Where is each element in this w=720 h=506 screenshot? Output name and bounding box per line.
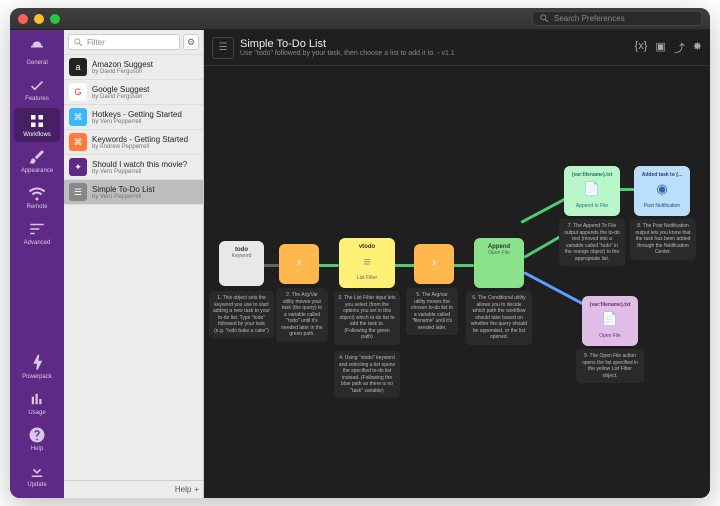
node-open-file[interactable]: {var:filename}.txt📄Open File [582,296,638,346]
workflow-icon [28,112,46,130]
workflow-row[interactable]: ✦ Should I watch this movie? by Vero Pep… [64,155,203,180]
node-append-file[interactable]: {var:filename}.txt📄Append to File [564,166,620,216]
sidebar-item-usage[interactable]: Usage [14,386,60,420]
workflow-author: by Andrew Pepperrell [92,144,188,150]
workflow-icon: G [69,83,87,101]
workflow-icon: ☰ [69,183,87,201]
workflow-list-panel: Filter ⚙ a Amazon Suggest by David Fergu… [64,30,204,498]
workflow-icon: a [69,58,87,76]
caption-9: 9. The Open File action opens the list s… [576,349,644,383]
sidebar-item-advanced[interactable]: Advanced [14,216,60,250]
canvas-header: ☰ Simple To-Do List Use "todo" followed … [204,30,710,66]
workflow-author: by Vero Pepperrell [92,194,155,200]
workflow-icon: ⌘ [69,133,87,151]
workflow-name: Google Suggest [92,85,149,94]
minimize-button[interactable] [34,14,44,24]
workflow-row[interactable]: G Google Suggest by David Ferguson [64,80,203,105]
wire [523,271,586,307]
workflow-author: by David Ferguson [92,94,149,100]
workflow-name: Keywords - Getting Started [92,135,188,144]
chart-icon [28,390,46,408]
workflow-author: by Vero Pepperrell [92,119,182,125]
canvas-panel: ☰ Simple To-Do List Use "todo" followed … [204,30,710,498]
body: General Features Workflows Appearance Re… [10,30,710,498]
list-footer: Help + [64,480,203,498]
preferences-window: Search Preferences General Features Work… [10,8,710,498]
workflow-row[interactable]: a Amazon Suggest by David Ferguson [64,55,203,80]
sidebar-item-update[interactable]: Update [14,458,60,492]
settings-button[interactable]: ⚙ [183,34,199,50]
caption-5: 5. The Arg/var utility moves the chosen … [406,288,458,335]
wire [317,264,339,267]
close-button[interactable] [18,14,28,24]
debug-button[interactable]: ▣ [655,40,665,56]
caption-1: 1. This object sets the keyword you use … [209,291,274,338]
workflow-header-icon[interactable]: ☰ [212,37,234,59]
workflow-icon: ✦ [69,158,87,176]
download-icon [28,462,46,480]
filter-input[interactable]: Filter [68,34,180,50]
wire [394,264,416,267]
workflow-author: by Vero Pepperrell [92,169,187,175]
wire [452,264,474,267]
sidebar: General Features Workflows Appearance Re… [10,30,64,498]
search-icon [539,13,550,24]
workflow-canvas[interactable]: todoKeyword › vtodo≡List Filter › Append… [204,66,710,498]
sidebar-item-workflows[interactable]: Workflows [14,108,60,142]
sidebar-item-features[interactable]: Features [14,72,60,106]
sliders-icon [28,220,46,238]
workflow-name: Amazon Suggest [92,60,153,69]
brush-icon [28,148,46,166]
workflow-subtitle: Use "todo" followed by your task, then c… [240,50,455,57]
sidebar-item-help[interactable]: Help [14,422,60,456]
workflow-name: Simple To-Do List [92,185,155,194]
caption-8: 8. The Post Notification output lets you… [630,219,696,260]
sidebar-item-remote[interactable]: Remote [14,180,60,214]
wifi-icon [28,184,46,202]
search-preferences-input[interactable]: Search Preferences [532,11,702,26]
workflow-list[interactable]: a Amazon Suggest by David FergusonG Goog… [64,55,203,480]
caption-6: 6. The Conditional utility allows you to… [466,291,532,345]
share-button[interactable]: ⤴ [674,40,685,56]
workflow-title: Simple To-Do List [240,38,455,50]
node-argvar-1[interactable]: › [279,244,319,284]
search-icon [73,37,84,48]
titlebar: Search Preferences [10,8,710,30]
caption-2: 2. The Arg/Var utility moves your task (… [276,288,328,342]
sidebar-item-appearance[interactable]: Appearance [14,144,60,178]
workflow-row[interactable]: ⌘ Keywords - Getting Started by Andrew P… [64,130,203,155]
add-workflow-button[interactable]: + [194,485,199,494]
workflow-author: by David Ferguson [92,69,153,75]
caption-3: 3. The List Filter input lets you select… [334,291,400,345]
workflow-icon: ⌘ [69,108,87,126]
node-post-notification[interactable]: Added task to {...◉Post Notification [634,166,690,216]
caption-4: 4. Using "vtodo" keyword and selecting a… [334,351,400,398]
sidebar-item-general[interactable]: General [14,36,60,70]
node-conditional[interactable]: AppendOpen File [474,238,524,288]
variables-button[interactable]: {x} [635,40,648,56]
canvas-toolbar: {x} ▣ ⤴ ✸ [635,40,702,56]
bolt-icon [28,354,46,372]
bug-button[interactable]: ✸ [693,40,702,56]
help-link[interactable]: Help [175,485,191,494]
zoom-button[interactable] [50,14,60,24]
workflow-row[interactable]: ⌘ Hotkeys - Getting Started by Vero Pepp… [64,105,203,130]
workflow-name: Should I watch this movie? [92,160,187,169]
sidebar-item-powerpack[interactable]: Powerpack [14,350,60,384]
check-icon [28,76,46,94]
search-placeholder: Search Preferences [554,14,625,23]
node-keyword[interactable]: todoKeyword [219,241,264,286]
gear-icon: ⚙ [187,37,195,48]
workflow-name: Hotkeys - Getting Started [92,110,182,119]
hat-icon [28,40,46,58]
filter-bar: Filter ⚙ [64,30,203,55]
caption-7: 7. The Append To File output appends the… [559,219,625,266]
help-icon [28,426,46,444]
workflow-row[interactable]: ☰ Simple To-Do List by Vero Pepperrell [64,180,203,205]
node-list-filter[interactable]: vtodo≡List Filter [339,238,395,288]
node-argvar-2[interactable]: › [414,244,454,284]
